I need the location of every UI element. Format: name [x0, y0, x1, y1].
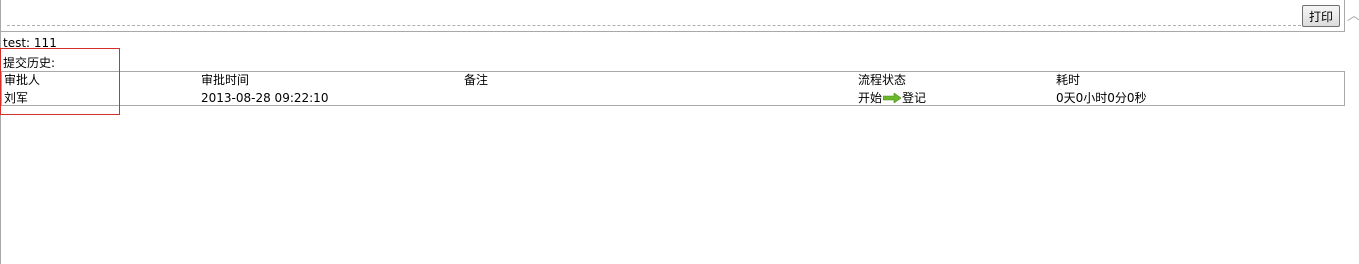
dashed-divider — [7, 25, 1301, 26]
window-left-border — [0, 0, 1, 264]
column-header-remark: 备注 — [464, 73, 489, 87]
column-header-time: 审批时间 — [201, 73, 250, 87]
print-button[interactable]: 打印 — [1302, 5, 1340, 27]
test-field-value: 111 — [33, 36, 57, 50]
test-field-label: test: — [3, 36, 31, 50]
status-cell: 开始 登记 — [858, 91, 926, 105]
column-header-status: 流程状态 — [858, 73, 907, 87]
status-from: 开始 — [858, 91, 883, 105]
print-toolbar — [1, 0, 1345, 32]
status-to: 登记 — [902, 91, 927, 105]
chevron-up-icon[interactable]: ︿ — [1347, 9, 1359, 23]
time-cell: 2013-08-28 09:22:10 — [201, 91, 329, 105]
duration-cell: 0天0小时0分0秒 — [1056, 91, 1147, 105]
arrow-right-icon — [883, 93, 902, 103]
column-header-approver: 审批人 — [4, 73, 41, 87]
column-header-duration: 耗时 — [1056, 73, 1081, 87]
history-title: 提交历史: — [3, 56, 56, 70]
approver-cell: 刘军 — [4, 91, 29, 105]
test-field: test: 111 — [3, 36, 57, 50]
history-table: 审批人 审批时间 备注 流程状态 耗时 刘军 2013-08-28 09:22:… — [1, 71, 1345, 106]
